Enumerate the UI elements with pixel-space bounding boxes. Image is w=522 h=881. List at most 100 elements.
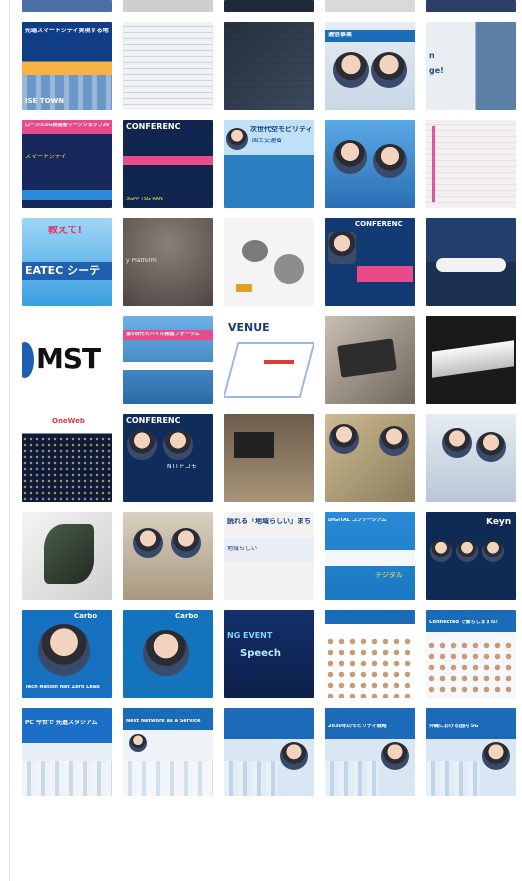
speaker-photo — [163, 430, 193, 460]
flexible-panel-graphic — [44, 524, 94, 584]
thumbnail-cell[interactable]: CONFERENC 3GPP TSG RAN — [123, 120, 213, 208]
title-band — [325, 610, 415, 624]
thumbnail-caption: Keyn — [486, 518, 512, 527]
device-graphic — [432, 340, 514, 378]
thumbnail-caption: Carbo — [74, 613, 98, 620]
thumbnail-cell[interactable] — [224, 414, 314, 502]
thumbnail-cell[interactable]: Connected で繋ちしますね! — [426, 610, 516, 698]
presenter-photo — [171, 528, 201, 558]
speaker-photo — [482, 742, 510, 770]
thumbnail-cell[interactable]: CONFERENC NTTドコモ — [123, 414, 213, 502]
document-graphic — [123, 22, 213, 110]
title-band — [325, 550, 415, 566]
thumbnail-cell[interactable] — [325, 120, 415, 208]
thumbnail-cell[interactable]: 2030年のモビリティ戦略 — [325, 708, 415, 796]
speaker-photo — [129, 734, 147, 752]
thumbnail-cell[interactable] — [426, 0, 516, 12]
thumbnail-cell[interactable] — [224, 0, 314, 12]
speaker-photo — [430, 540, 452, 562]
thumbnail-caption: CONFERENC — [126, 417, 181, 425]
presenter-photo — [133, 528, 163, 558]
thumbnail-cell[interactable]: OneWeb — [22, 414, 112, 502]
thumbnail-cell[interactable]: PC 今世で 先進スタジアム — [22, 708, 112, 796]
accent-band — [123, 156, 213, 165]
thumbnail-caption: VENUE — [228, 322, 270, 334]
thumbnail-subcaption: デジタル — [375, 572, 403, 579]
thumbnail-caption: Carbo — [175, 613, 199, 620]
thumbnail-subcaption: 3GPP TSG RAN — [126, 196, 163, 202]
thumbnail-cell[interactable] — [224, 708, 314, 796]
thumbnail-caption: 通信事業 — [328, 32, 353, 38]
thumbnail-cell[interactable] — [224, 22, 314, 110]
thumbnail-subcaption: EATEC シーテ — [25, 265, 101, 277]
thumbnail-cell[interactable] — [123, 0, 213, 12]
thumbnail-cell[interactable]: 第5世代モバイル推進フォーラム — [123, 316, 213, 404]
thumbnail-cell[interactable]: Carbo — [123, 610, 213, 698]
thumbnail-caption: 第5世代モバイル推進フォーラム — [126, 332, 200, 337]
accent-band — [432, 126, 435, 202]
speaker-photo — [371, 52, 407, 88]
speaker-photo — [333, 140, 367, 174]
thumbnail-cell[interactable] — [123, 22, 213, 110]
cityscape-graphic — [123, 760, 213, 796]
thumbnail-cell[interactable] — [426, 316, 516, 404]
speaker-photo — [373, 144, 407, 178]
thumbnail-subcaption: Speech — [240, 648, 281, 659]
thumbnail-caption: CONFERENC — [126, 123, 181, 131]
thumbnail-cell[interactable]: ローカル5G推進者ワークショップ2021 スマートシティ — [22, 120, 112, 208]
thumbnail-cell[interactable] — [22, 512, 112, 600]
device-graphic — [337, 338, 397, 378]
thumbnail-caption: ローカル5G推進者ワークショップ2021 — [25, 123, 109, 128]
presenter-photo — [379, 426, 409, 456]
speaker-photo — [143, 630, 189, 676]
speaker-photo — [280, 742, 308, 770]
thumbnail-cell[interactable]: 沖縄における国内 5G — [426, 708, 516, 796]
thumbnail-cell[interactable]: 読れる「地域らしい」まち 地域らしい — [224, 512, 314, 600]
thumbnail-cell[interactable] — [325, 0, 415, 12]
thumbnail-cell[interactable]: VENUE — [224, 316, 314, 404]
thumbnail-cell[interactable]: Keyn — [426, 512, 516, 600]
thumbnail-cell[interactable] — [224, 218, 314, 306]
thumbnail-cell[interactable]: n ge! — [426, 22, 516, 110]
thumbnail-caption: 読れる「地域らしい」まち — [227, 518, 311, 525]
thumbnail-cell[interactable] — [426, 218, 516, 306]
presenter-photo — [329, 424, 359, 454]
thumbnail-cell[interactable]: Carbo Tech Nation Net Zero Lead — [22, 610, 112, 698]
floorplan-graphic — [224, 342, 314, 398]
thumbnail-caption: 沖縄における国内 5G — [429, 724, 479, 729]
thumbnail-cell[interactable]: MST — [22, 316, 112, 404]
thumbnail-cell[interactable]: 次世代空モビリティ 国土交通省 — [224, 120, 314, 208]
speaker-photo — [328, 232, 356, 264]
thumbnail-cell[interactable]: DIGITAL コンソーシアム デジタル — [325, 512, 415, 600]
boat-graphic — [436, 258, 506, 272]
thumbnail-cell[interactable]: 教えて! EATEC シーテ — [22, 218, 112, 306]
thumbnail-cell[interactable] — [325, 414, 415, 502]
thumbnail-cell[interactable]: y Platform — [123, 218, 213, 306]
accent-band — [123, 362, 213, 370]
thumbnail-cell[interactable]: Next Network as a Service — [123, 708, 213, 796]
speaker-photo — [38, 624, 90, 676]
thumbnail-caption: OneWeb — [52, 418, 85, 425]
thumbnail-cell[interactable]: NG EVENT Speech — [224, 610, 314, 698]
thumbnail-cell[interactable]: 通信事業 — [325, 22, 415, 110]
speaker-photo — [333, 52, 369, 88]
presenter-photo — [442, 428, 472, 458]
thumbnail-caption: NG EVENT — [227, 632, 273, 640]
thumbnail-cell[interactable] — [426, 414, 516, 502]
cityscape-graphic — [22, 760, 112, 796]
thumbnail-cell[interactable] — [123, 512, 213, 600]
thumbnail-cell[interactable] — [426, 120, 516, 208]
drone-graphic — [242, 240, 268, 262]
monitor-graphic — [234, 432, 274, 458]
cityscape-graphic — [224, 760, 278, 796]
thumbnail-subcaption: ge! — [429, 67, 444, 75]
thumbnail-caption: CONFERENC — [355, 221, 403, 228]
earth-lights-graphic — [22, 436, 112, 502]
thumbnail-caption: Connected で繋ちしますね! — [429, 620, 498, 625]
thumbnail-subcaption: y Platform — [126, 258, 157, 264]
thumbnail-cell[interactable]: CONFERENC — [325, 218, 415, 306]
thumbnail-cell[interactable] — [325, 316, 415, 404]
thumbnail-cell[interactable] — [22, 0, 112, 12]
thumbnail-cell[interactable]: 先端スマートシティ実現する地域自治体 ISE TOWN — [22, 22, 112, 110]
thumbnail-cell[interactable] — [325, 610, 415, 698]
